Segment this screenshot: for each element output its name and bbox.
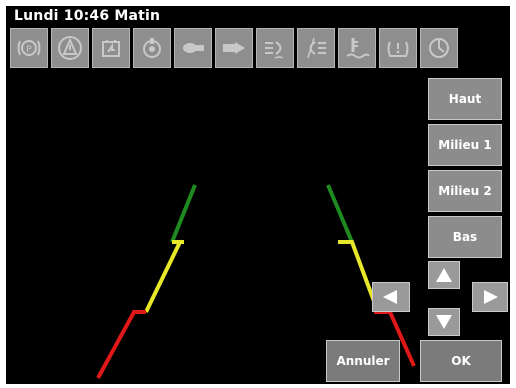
milieu2-button[interactable]: Milieu 2 (428, 170, 502, 212)
arrow-right-button[interactable] (472, 282, 508, 312)
camera-screen: Lundi 10:46 Matin P Haut Milieu 1 Milieu… (6, 6, 510, 384)
haut-button[interactable]: Haut (428, 78, 502, 120)
left-guide (96, 184, 197, 379)
arrow-left-button[interactable] (372, 282, 410, 312)
arrow-right-icon (484, 290, 498, 304)
arrow-up-icon (436, 268, 452, 282)
arrow-down-icon (436, 315, 452, 329)
bas-button[interactable]: Bas (428, 216, 502, 258)
arrow-up-button[interactable] (428, 261, 460, 289)
milieu1-button[interactable]: Milieu 1 (428, 124, 502, 166)
ok-button[interactable]: OK (420, 340, 502, 382)
left-guide-mid (144, 240, 184, 313)
annuler-button[interactable]: Annuler (326, 340, 400, 382)
right-guide (326, 184, 416, 367)
right-guide-far (326, 184, 354, 243)
arrow-down-button[interactable] (428, 308, 460, 336)
left-guide-near (96, 310, 146, 379)
left-guide-far (170, 184, 197, 243)
arrow-left-icon (383, 290, 397, 304)
